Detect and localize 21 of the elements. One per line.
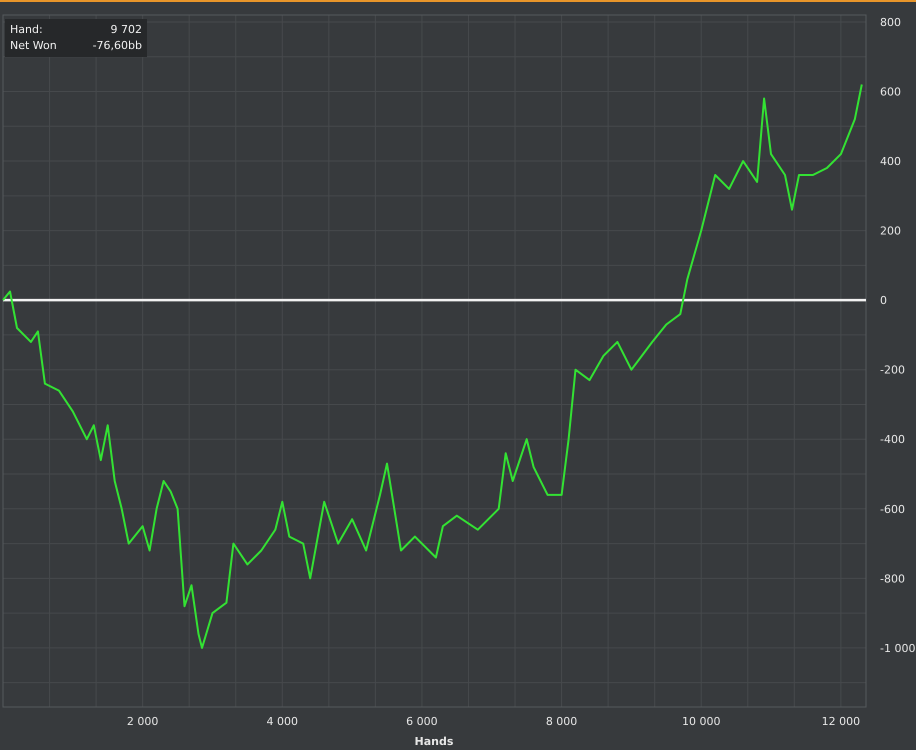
y-tick-label: 800 xyxy=(880,16,901,29)
tooltip-label: Hand: xyxy=(10,22,43,38)
x-tick-label: 6 000 xyxy=(406,715,438,728)
x-tick-label: 8 000 xyxy=(546,715,578,728)
x-tick-label: 10 000 xyxy=(682,715,720,728)
y-tick-label: -800 xyxy=(880,572,905,586)
x-tick-label: 2 000 xyxy=(126,715,158,728)
x-tick-label: 4 000 xyxy=(266,715,298,728)
y-tick-label: -200 xyxy=(880,364,905,377)
x-axis-title: Hands xyxy=(414,735,454,748)
y-tick-label: 600 xyxy=(880,86,901,98)
tooltip-value: 9 702 xyxy=(110,22,142,38)
x-tick-label: 12 000 xyxy=(822,715,860,728)
y-tick-label: 400 xyxy=(880,155,901,168)
y-tick-label: 200 xyxy=(880,224,901,238)
y-tick-label: -600 xyxy=(880,502,905,516)
y-tick-label: -400 xyxy=(880,433,905,446)
y-tick-label: 0 xyxy=(880,294,887,308)
tooltip-value: -76,60bb xyxy=(92,38,142,54)
tooltip-label: Net Won xyxy=(10,38,57,54)
y-tick-label: -1 000 xyxy=(880,642,916,655)
